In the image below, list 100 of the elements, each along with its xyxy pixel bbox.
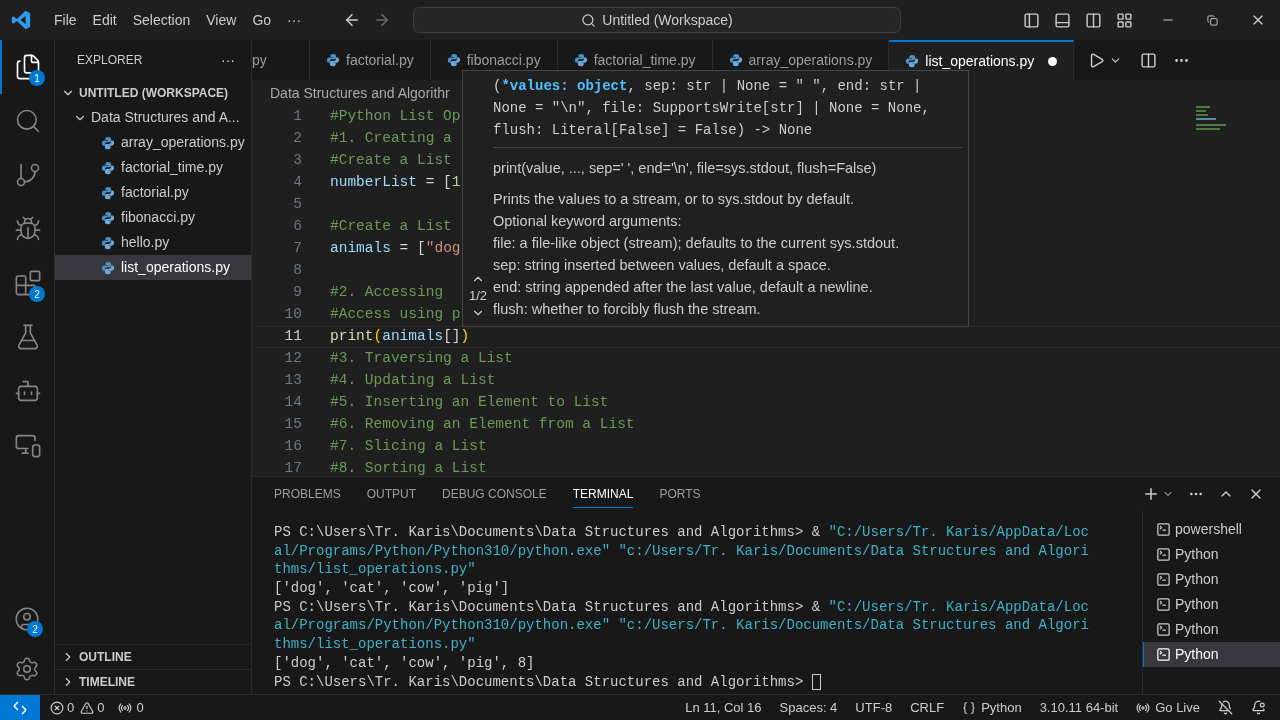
command-center-text: Untitled (Workspace) xyxy=(602,10,733,30)
terminal-session[interactable]: Python xyxy=(1143,617,1280,642)
menu-item[interactable]: Go xyxy=(244,6,280,34)
doc-text: end: string appended after the last value, default a newline. xyxy=(493,277,874,297)
panel-tab[interactable]: OUTPUT xyxy=(366,480,417,508)
line-number: 5 xyxy=(292,195,302,215)
line-number: 4 xyxy=(292,173,302,193)
python-file-icon xyxy=(101,235,115,250)
panel-tab[interactable]: TERMINAL xyxy=(572,480,634,508)
split-layout-icon[interactable] xyxy=(1085,11,1102,29)
menu-item[interactable]: Selection xyxy=(124,6,199,34)
status-item[interactable]: UTF-8 xyxy=(855,697,893,718)
code-line: numberList = [1 xyxy=(330,173,461,193)
line-number: 16 xyxy=(283,437,302,457)
status-item[interactable]: 3.10.11 64-bit xyxy=(1039,697,1119,718)
line-number: 13 xyxy=(283,371,302,391)
workspace-header[interactable]: UNTITLED (WORKSPACE) xyxy=(55,80,251,105)
usage-text: print(value, ..., sep=' ', end='\n', file=sys.stdout, flush=False) xyxy=(493,159,878,178)
terminal-session[interactable]: Python xyxy=(1143,567,1280,592)
line-number: 3 xyxy=(292,151,302,171)
panel-tab[interactable]: DEBUG CONSOLE xyxy=(442,480,547,508)
tree-file[interactable]: factorial_time.py xyxy=(55,155,251,180)
status-item[interactable]: Ln 11, Col 16 xyxy=(685,697,762,718)
more-button[interactable]: ··· xyxy=(221,49,235,71)
line-number: 12 xyxy=(283,349,302,369)
terminal-line: thms/list_operations.py" xyxy=(274,560,477,580)
search-icon xyxy=(14,107,42,135)
tree-file[interactable]: hello.py xyxy=(55,230,251,255)
line-number: 8 xyxy=(292,261,302,281)
branch-icon xyxy=(14,161,42,189)
code-line: #3. Traversing a List xyxy=(330,349,513,369)
tree-file[interactable]: factorial.py xyxy=(55,180,251,205)
menu-item[interactable]: View xyxy=(198,6,245,34)
doc-text: file: a file-like object (stream); defaults to the current sys.stdout. xyxy=(493,233,901,253)
doc-text: Prints the values to a stream, or to sys.stdout by default. xyxy=(493,189,856,209)
line-number: 10 xyxy=(283,305,302,325)
warning-icon xyxy=(80,700,95,715)
folder-item[interactable]: Data Structures and A... xyxy=(55,105,251,130)
terminal-icon xyxy=(1156,522,1171,537)
split-editor-icon[interactable] xyxy=(1140,51,1158,69)
code-line: #5. Inserting an Element to List xyxy=(330,393,609,413)
panel-toggle-icon[interactable] xyxy=(1054,11,1071,29)
status-item[interactable]: Python xyxy=(962,697,1022,718)
terminal-session[interactable]: powershell xyxy=(1143,517,1280,542)
code-line: #Create a List xyxy=(330,151,452,171)
error-icon xyxy=(50,700,64,715)
command-center[interactable]: Untitled (Workspace) xyxy=(413,7,902,33)
line-number: 1 xyxy=(292,107,302,127)
menu-item[interactable]: ··· xyxy=(279,6,310,34)
tree-file[interactable]: array_operations.py xyxy=(55,130,251,155)
overload-counter: 1/2 xyxy=(468,287,488,306)
code-line: #Create a List xyxy=(330,217,452,237)
notification-icon[interactable] xyxy=(1251,700,1266,715)
menu-item[interactable]: Edit xyxy=(84,6,125,34)
search-icon xyxy=(581,12,597,28)
muted-bell-icon[interactable] xyxy=(1218,700,1233,715)
code-line: #Access using p xyxy=(330,305,461,325)
doc-text: flush: whether to forcibly flush the stream. xyxy=(493,299,762,319)
blocks-icon xyxy=(14,269,42,297)
status-item[interactable]: CRLF xyxy=(910,697,945,718)
terminal-line: al/Programs/Python/Python310/python.exe" "c:/Users/Tr. Karis/Documents/Data Structures and Algori xyxy=(274,616,1090,636)
python-file-icon xyxy=(728,53,743,67)
restore-icon[interactable] xyxy=(1207,14,1218,26)
panel-tab[interactable]: PORTS xyxy=(659,480,701,508)
code-line: #2. Accessing xyxy=(330,283,444,303)
layout-icon[interactable] xyxy=(1116,11,1133,29)
terminal-icon xyxy=(1156,572,1171,587)
bug-icon xyxy=(14,215,42,243)
signature: (*values: object, sep: str | None = " ", end: str | None = "\n", file: SupportsWrite[str] | None = None, flush: Literal[False] = False) -> None xyxy=(493,71,962,148)
remote-icon xyxy=(12,699,28,716)
panel-tab[interactable]: PROBLEMS xyxy=(274,480,341,508)
terminal-line: ['dog', 'cat', 'cow', 'pig'] xyxy=(274,579,511,598)
run-icon[interactable] xyxy=(1088,51,1106,69)
terminal-session[interactable]: Python xyxy=(1143,642,1280,667)
terminal-session[interactable]: Python xyxy=(1143,542,1280,567)
sidebar-toggle-icon[interactable] xyxy=(1023,11,1040,29)
line-number: 9 xyxy=(292,283,302,303)
section-header[interactable]: OUTLINE xyxy=(55,644,251,669)
tree-file[interactable]: list_operations.py xyxy=(55,255,251,280)
braces-icon xyxy=(962,700,977,715)
doc-text: sep: string inserted between values, default a space. xyxy=(493,255,832,275)
doc-text: Optional keyword arguments: xyxy=(493,211,683,231)
tree-file[interactable]: fibonacci.py xyxy=(55,205,251,230)
code-line: #4. Updating a List xyxy=(330,371,496,391)
python-file-icon xyxy=(573,53,588,67)
terminal-icon xyxy=(1156,597,1171,612)
menu-item[interactable]: File xyxy=(46,6,85,34)
activity-item[interactable]: 2 xyxy=(0,256,54,310)
terminal-session[interactable]: Python xyxy=(1143,592,1280,617)
line-number: 2 xyxy=(292,129,302,149)
new-terminal-icon[interactable] xyxy=(1142,485,1160,503)
status-item[interactable]: Go Live xyxy=(1136,697,1200,718)
activity-item[interactable]: 2 xyxy=(0,594,54,644)
badge: 2 xyxy=(27,621,43,637)
code-line: animals = ["dog xyxy=(330,239,461,259)
problems-status[interactable]: 0 0 xyxy=(50,697,105,718)
breadcrumb[interactable]: Data Structures and Algorithr xyxy=(270,82,450,104)
python-file-icon xyxy=(101,185,115,200)
status-item[interactable]: Spaces: 4 xyxy=(779,697,838,718)
ports-status[interactable]: 0 xyxy=(118,697,144,718)
